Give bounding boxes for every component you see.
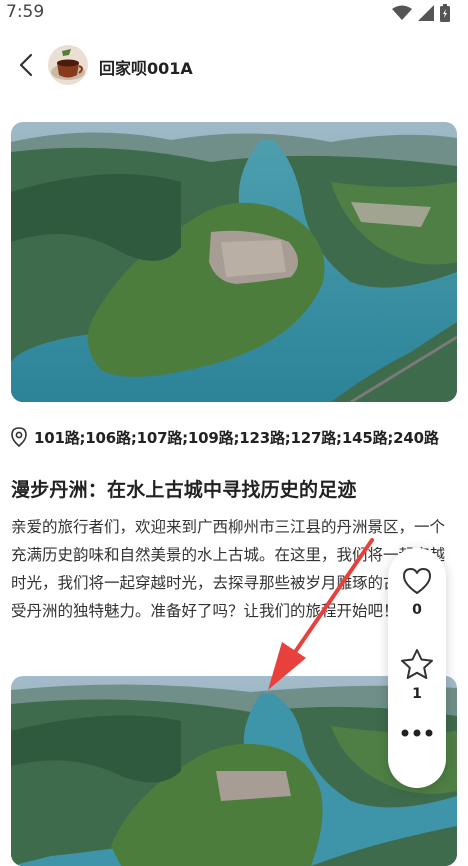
- favorite-button[interactable]: 1: [388, 648, 446, 702]
- location-row[interactable]: 101路;106路;107路;109路;123路;127路;145路;240路: [10, 425, 439, 449]
- status-bar: 7:59: [0, 0, 468, 26]
- location-pin-icon: [11, 427, 27, 447]
- heart-icon: [403, 568, 431, 594]
- more-button[interactable]: [388, 728, 446, 738]
- star-icon: [401, 649, 433, 679]
- signal-icon: [418, 5, 434, 21]
- favorite-count: 1: [412, 686, 422, 702]
- back-button[interactable]: [12, 50, 40, 80]
- more-dots-icon: [401, 729, 433, 737]
- post-title: 漫步丹洲：在水上古城中寻找历史的足迹: [11, 479, 357, 501]
- post-image-1[interactable]: [11, 122, 457, 402]
- battery-icon: [440, 4, 450, 22]
- like-count: 0: [412, 602, 422, 618]
- floating-action-panel: 0 1: [388, 548, 446, 788]
- post-header: 回家呗001A: [0, 40, 468, 92]
- author-name[interactable]: 回家呗001A: [99, 55, 193, 79]
- like-button[interactable]: 0: [388, 566, 446, 618]
- back-arrow-icon: [19, 53, 33, 77]
- status-time: 7:59: [6, 2, 45, 22]
- wifi-icon: [392, 5, 412, 20]
- author-avatar[interactable]: [48, 45, 88, 85]
- location-text: 101路;106路;107路;109路;123路;127路;145路;240路: [34, 428, 439, 447]
